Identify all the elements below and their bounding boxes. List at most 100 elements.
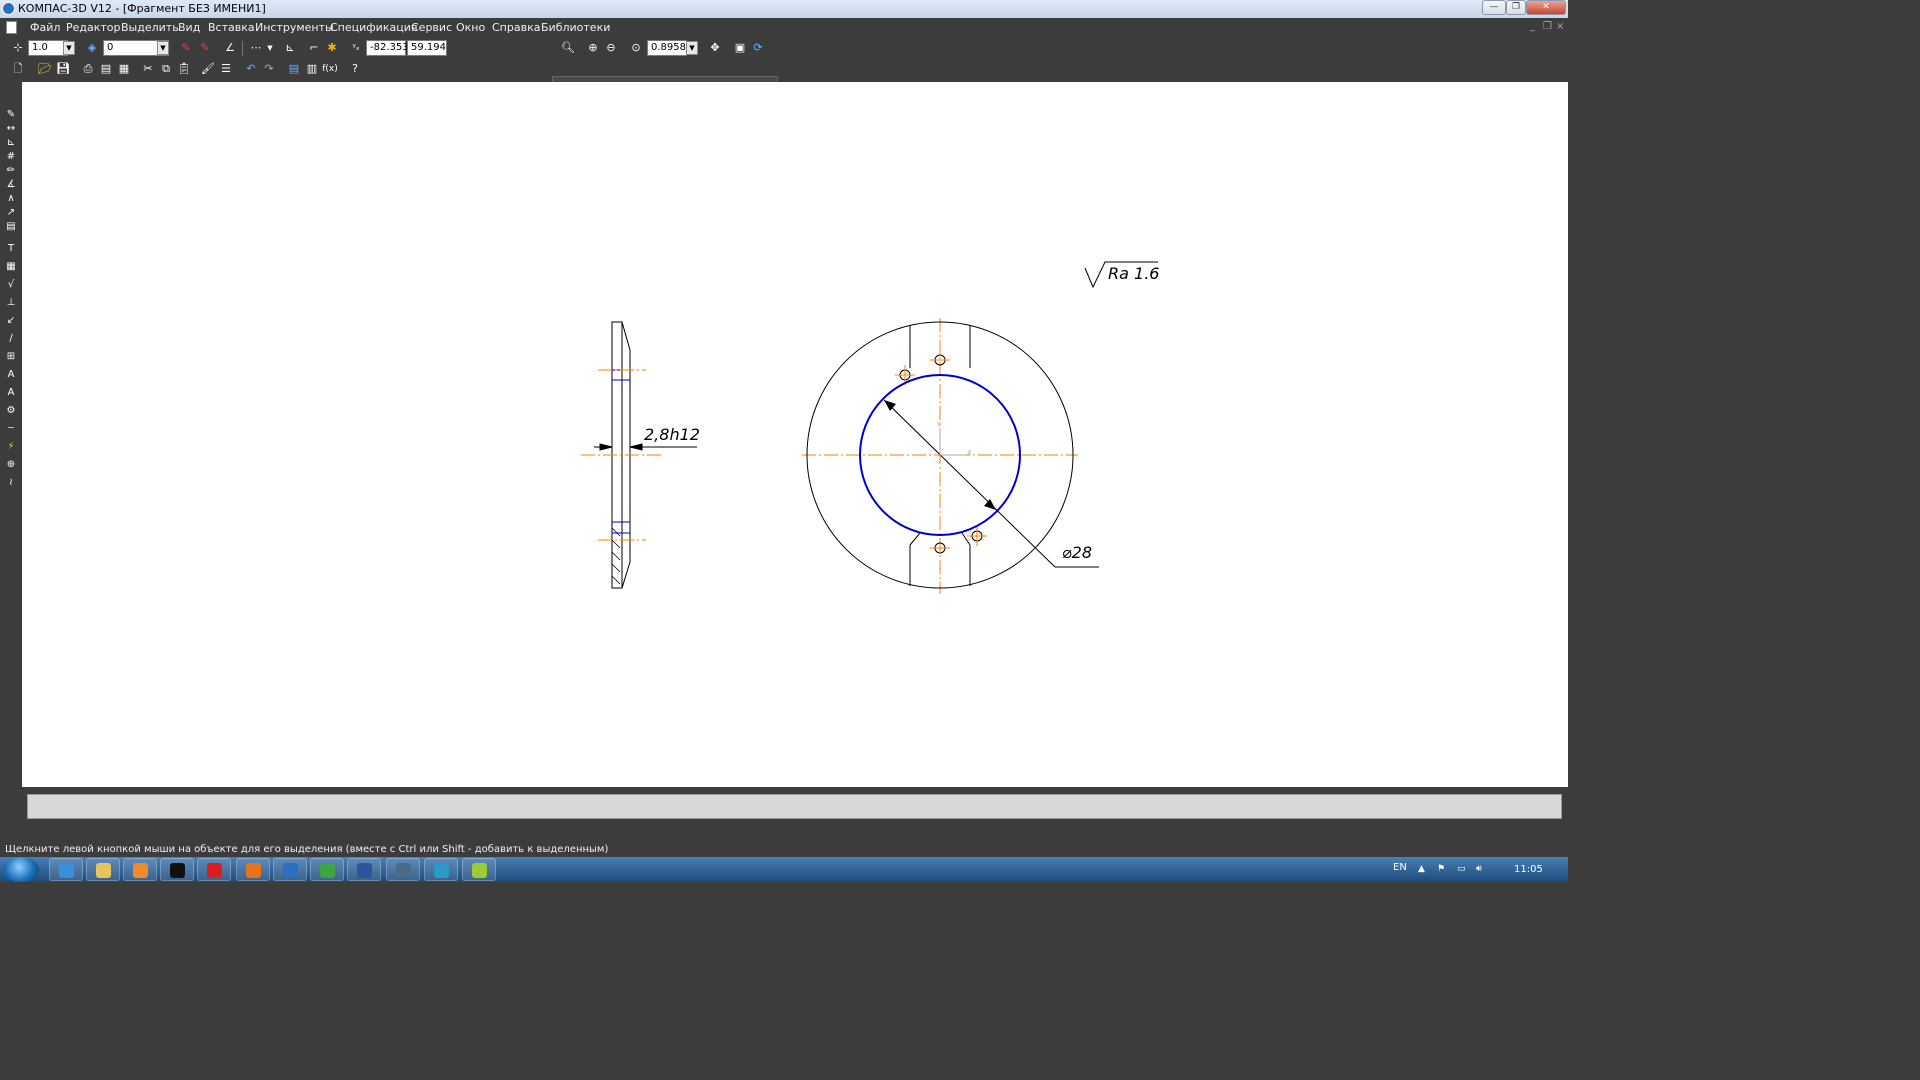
new-document-icon[interactable]: 🗋 — [10, 61, 26, 77]
style-icon[interactable]: ✎ — [178, 40, 194, 56]
taskbar-app-firefox[interactable] — [236, 858, 270, 881]
taskbar-app-black[interactable] — [160, 858, 194, 881]
zoom-field[interactable]: 0.8958 — [647, 40, 687, 56]
symbols-icon[interactable]: ⊾ — [4, 136, 18, 150]
menu-window[interactable]: Окно — [456, 21, 485, 34]
taskbar-app-yandex[interactable] — [197, 858, 231, 881]
grid-dropdown-icon[interactable]: ▼ — [262, 40, 278, 56]
variables-icon[interactable]: ▥ — [304, 61, 320, 77]
flag-icon[interactable]: ⚑ — [1437, 864, 1447, 874]
center-mark-icon[interactable]: ⊕ — [4, 458, 18, 472]
zoom-scale-icon[interactable]: ⊙ — [628, 40, 644, 56]
menu-select[interactable]: Выделить — [121, 21, 179, 34]
start-button[interactable] — [3, 857, 39, 882]
pan-icon[interactable]: ✥ — [707, 40, 723, 56]
menu-file[interactable]: Файл — [30, 21, 60, 34]
copy-icon[interactable]: ⧉ — [158, 61, 174, 77]
zoom-in-icon[interactable]: ⊕ — [585, 40, 601, 56]
undo-icon[interactable]: ↶ — [243, 61, 259, 77]
ortho-icon[interactable]: ∠ — [222, 40, 238, 56]
language-indicator[interactable]: EN — [1393, 862, 1407, 873]
roughness-icon[interactable]: √ — [4, 278, 18, 292]
coord-x-field[interactable]: -82.353 — [366, 40, 409, 56]
mdi-restore-button[interactable]: ❐ — [1543, 21, 1552, 32]
refresh-icon[interactable]: ⟳ — [750, 40, 766, 56]
mdi-minimize-button[interactable]: _ — [1530, 21, 1535, 32]
drawing-canvas[interactable]: Y X Ra 1.6 2,8h12 ⌀28 — [22, 82, 1568, 787]
ortho-mode-icon[interactable]: ⌐ — [306, 40, 322, 56]
dimensions-icon[interactable]: ↔ — [4, 122, 18, 136]
taskbar-app-multicolor[interactable] — [462, 858, 496, 881]
taskbar-app-green[interactable] — [310, 858, 344, 881]
drawing-svg[interactable]: Y X Ra 1.6 2,8h12 ⌀28 — [22, 82, 1568, 787]
open-icon[interactable]: 📂︎ — [37, 61, 53, 77]
network-icon[interactable]: ▭ — [1457, 864, 1467, 874]
layer-dropdown-icon[interactable]: ▼ — [157, 41, 169, 55]
taskbar-app-word[interactable] — [347, 858, 381, 881]
tray-expand-icon[interactable]: ▲ — [1418, 864, 1428, 874]
step-field[interactable]: 1.0 — [28, 40, 68, 56]
base-icon[interactable]: ⊥ — [4, 296, 18, 310]
spec-icon[interactable]: ▤ — [4, 220, 18, 234]
properties-icon[interactable]: 🖌︎ — [200, 61, 216, 77]
select-icon[interactable]: ↗ — [4, 206, 18, 220]
local-cs-icon[interactable]: ⊾ — [282, 40, 298, 56]
layer-icon[interactable]: ◈ — [84, 40, 100, 56]
text-icon[interactable]: T — [4, 242, 18, 256]
redo-icon[interactable]: ↷ — [261, 61, 277, 77]
volume-icon[interactable]: 🔊︎ — [1476, 864, 1486, 874]
lightning-icon[interactable]: ⚡ — [4, 440, 18, 454]
cut-icon[interactable]: ✂ — [140, 61, 156, 77]
gear-icon[interactable]: ⚙ — [4, 404, 18, 418]
formula-icon[interactable]: f(x) — [322, 61, 338, 77]
params-icon[interactable]: ∡ — [4, 178, 18, 192]
taskbar-app-chrome[interactable] — [424, 858, 458, 881]
geometry-icon[interactable]: ✎ — [4, 108, 18, 122]
section-icon[interactable]: A — [4, 368, 18, 382]
zoom-dropdown-icon[interactable]: ▼ — [686, 41, 698, 55]
mdi-close-button[interactable]: × — [1556, 21, 1564, 32]
table-icon[interactable]: ▦ — [4, 260, 18, 274]
snap-step-icon[interactable]: ⊹ — [10, 40, 26, 56]
style-line-icon[interactable]: ✎ — [197, 40, 213, 56]
measure-icon[interactable]: ∧ — [4, 192, 18, 206]
paste-icon[interactable]: 📋︎ — [176, 61, 192, 77]
snap-icon[interactable]: ✱ — [324, 40, 340, 56]
taskbar-app-media[interactable] — [123, 858, 157, 881]
tolerance-icon[interactable]: ⊞ — [4, 350, 18, 364]
zoom-window-icon[interactable]: 🔍︎ — [560, 40, 576, 56]
help-icon[interactable]: ? — [347, 61, 363, 77]
property-panel-field[interactable] — [27, 794, 1562, 819]
view-arrow-icon[interactable]: A — [4, 386, 18, 400]
taskbar-app-explorer[interactable] — [86, 858, 120, 881]
zoom-out-icon[interactable]: ⊖ — [603, 40, 619, 56]
wave-line-icon[interactable]: ≀ — [4, 476, 18, 490]
menu-tools[interactable]: Инструменты — [255, 21, 334, 34]
coord-y-field[interactable]: 59.194 — [407, 40, 447, 56]
edit-icon[interactable]: ✏ — [4, 164, 18, 178]
taskbar-app-kompas[interactable] — [273, 858, 307, 881]
maximize-button[interactable]: ❐ — [1506, 0, 1526, 15]
menu-insert[interactable]: Вставка — [208, 21, 255, 34]
tree-icon[interactable]: ▤ — [286, 61, 302, 77]
step-dropdown-icon[interactable]: ▼ — [63, 41, 75, 55]
save-icon[interactable]: 💾︎ — [55, 61, 71, 77]
menu-libraries[interactable]: Библиотеки — [541, 21, 610, 34]
clock[interactable]: 11:05 — [1514, 864, 1543, 875]
leader-icon[interactable]: ↙ — [4, 314, 18, 328]
taskbar-app-internet-explorer[interactable] — [49, 858, 83, 881]
hatch-icon[interactable]: # — [4, 150, 18, 164]
position-icon[interactable]: ∕ — [4, 332, 18, 346]
print-icon[interactable]: ⎙ — [80, 61, 96, 77]
print-preview-icon[interactable]: ▤ — [98, 61, 114, 77]
menu-specification[interactable]: Спецификация — [330, 21, 417, 34]
menu-view[interactable]: Вид — [178, 21, 200, 34]
minimize-button[interactable]: — — [1482, 0, 1506, 15]
document-icon[interactable] — [6, 21, 17, 34]
axis-line-icon[interactable]: ┄ — [4, 422, 18, 436]
manager-icon[interactable]: ☰ — [218, 61, 234, 77]
menu-help[interactable]: Справка — [492, 21, 540, 34]
menu-editor[interactable]: Редактор — [66, 21, 121, 34]
menu-service[interactable]: Сервис — [411, 21, 452, 34]
show-all-icon[interactable]: ▣ — [732, 40, 748, 56]
